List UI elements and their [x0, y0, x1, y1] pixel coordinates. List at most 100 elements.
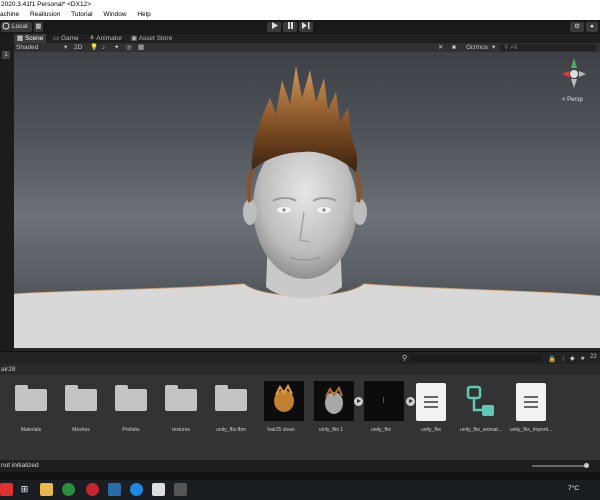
folder-icon — [15, 385, 47, 411]
project-search-input[interactable] — [410, 354, 542, 362]
window-title: 2020.3.41f1 Personal* <DX12> — [1, 1, 91, 8]
model-preview-thumbnail — [314, 381, 354, 421]
asset-label: Prefabs — [122, 427, 140, 433]
step-button[interactable] — [299, 22, 313, 32]
document-icon — [516, 383, 546, 421]
pivot-mode-icon[interactable] — [1, 22, 11, 32]
camera-icon[interactable]: ■ — [452, 43, 456, 52]
menu-item-reallusion[interactable]: Reallusion — [30, 9, 60, 20]
folder-icon — [115, 385, 147, 411]
orientation-gizmo-icon[interactable] — [562, 58, 586, 88]
chevron-down-icon: ▾ — [64, 44, 68, 51]
character-render: < Persp — [14, 58, 600, 348]
asset-animator-controller[interactable]: unity_fbx_animat... — [455, 383, 507, 433]
settings-gear-icon[interactable]: ⚙ — [570, 22, 584, 32]
asset-label: unity_fbx 1 — [318, 427, 344, 433]
search-icon: ⚲ — [402, 355, 408, 362]
unity-editor-icon[interactable] — [174, 483, 187, 496]
project-breadcrumb: air28 — [0, 364, 600, 375]
status-bar: not initialized — [0, 460, 600, 472]
pause-button[interactable] — [283, 22, 297, 32]
toggle-2d-button[interactable]: 2D — [74, 43, 82, 52]
hierarchy-marker-icon[interactable]: 1 — [2, 51, 10, 59]
asset-import-settings[interactable]: unity_fbx_Importi... — [505, 383, 557, 433]
weather-temperature: 7°C — [568, 485, 579, 492]
tools-icon[interactable]: ✕ — [438, 43, 443, 52]
hair-preview-thumbnail — [264, 381, 304, 421]
opera-icon[interactable] — [86, 483, 99, 496]
folder-icon — [65, 385, 97, 411]
scene-search-input[interactable]: ⚲ All — [500, 44, 596, 51]
menu-item-help[interactable]: Help — [137, 9, 150, 20]
shading-mode-dropdown[interactable]: Shaded — [16, 43, 38, 52]
document-icon — [416, 383, 446, 421]
unity-hub-icon[interactable] — [152, 483, 165, 496]
menu-item-machine[interactable]: achine — [0, 9, 19, 20]
task-view-icon[interactable]: ⊞ — [18, 483, 31, 496]
scene-viewport[interactable]: < Persp — [14, 52, 600, 348]
asset-folder-fbm[interactable]: unity_fbx.fbm — [205, 383, 257, 433]
app-c-icon[interactable] — [130, 483, 143, 496]
tab-asset-store-label: Asset Store — [138, 35, 173, 42]
asset-label: hair25 clean — [267, 427, 295, 433]
account-icon[interactable]: ● — [586, 22, 598, 32]
app-m-icon[interactable] — [108, 483, 121, 496]
asset-fbx-document[interactable]: unity_fbx — [405, 383, 457, 433]
asset-folder-textures[interactable]: textures — [155, 383, 207, 433]
zoom-slider-thumb[interactable] — [584, 463, 589, 468]
menu-item-window[interactable]: Window — [103, 9, 126, 20]
editor-tab-bar: ▦ Scene ▭ Game ⚘ Animator ▣ Asset Store — [14, 34, 600, 43]
hidden-objects-icon[interactable]: ◎ — [126, 43, 132, 52]
folder-icon — [215, 385, 247, 411]
desktop-gap — [0, 472, 600, 480]
main-toolbar: Local ▦ ⚙ ● — [0, 20, 600, 34]
pivot-rotation-button[interactable]: Local — [11, 22, 32, 32]
grid-toggle-icon[interactable]: ▦ — [138, 43, 144, 52]
lighting-toggle-icon[interactable]: 💡 — [90, 43, 98, 52]
tab-game-label: Game — [60, 35, 79, 42]
effects-toggle-icon[interactable]: ✦ — [114, 43, 119, 52]
asset-fbx-preview[interactable]: unity_fbx — [355, 381, 415, 433]
asset-label: unity_fbx_animat... — [460, 427, 502, 433]
zoom-slider[interactable] — [532, 463, 589, 468]
projection-label[interactable]: < Persp — [562, 97, 584, 103]
project-assets-grid: Materials Meshes Prefabs textures unity_… — [0, 375, 600, 460]
menu-item-tutorial[interactable]: Tutorial — [71, 9, 92, 20]
gizmos-dropdown[interactable]: Gizmos — [466, 43, 488, 52]
lock-icon[interactable]: 🔒 — [548, 355, 556, 363]
tab-animator-label: Animator — [96, 35, 123, 42]
left-panel-strip: 1 — [0, 34, 14, 354]
asset-label: Meshes — [72, 427, 90, 433]
hidden-count-badge: 22 — [590, 354, 597, 360]
tab-scene-label: Scene — [24, 35, 44, 42]
search-placeholder: All — [510, 44, 518, 51]
tab-scene[interactable]: ▦ Scene — [14, 34, 47, 43]
breadcrumb-folder[interactable]: air28 — [1, 366, 15, 373]
asset-label: unity_fbx — [370, 427, 391, 433]
asset-folder-meshes[interactable]: Meshes — [55, 383, 107, 433]
fbx-preview-thumbnail — [364, 381, 404, 421]
asset-folder-prefabs[interactable]: Prefabs — [105, 383, 157, 433]
tab-animator[interactable]: ⚘ Animator — [86, 34, 125, 43]
grid-snap-icon[interactable]: ▦ — [34, 22, 43, 32]
asset-hair-model[interactable]: hair25 clean — [255, 381, 307, 433]
asset-model-preview[interactable]: unity_fbx 1 — [305, 381, 363, 433]
asset-label: unity_fbx.fbm — [216, 427, 246, 433]
folder-icon — [165, 385, 197, 411]
asset-label: unity_fbx — [420, 427, 441, 433]
play-button[interactable] — [267, 22, 281, 32]
filter-type-icon[interactable]: ◆ — [570, 355, 575, 362]
asset-folder-materials[interactable]: Materials — [5, 383, 57, 433]
tab-game[interactable]: ▭ Game — [50, 34, 82, 43]
file-explorer-icon[interactable] — [40, 483, 53, 496]
tab-asset-store[interactable]: ▣ Asset Store — [128, 34, 175, 43]
panel-menu-icon[interactable]: ⋮ — [560, 355, 567, 363]
chrome-icon[interactable] — [62, 483, 75, 496]
asset-label: Materials — [20, 427, 42, 433]
asset-label: unity_fbx_Importi... — [509, 427, 553, 433]
favorite-icon[interactable]: ★ — [580, 355, 585, 362]
app-red-icon[interactable] — [0, 483, 13, 496]
window-title-bar: 2020.3.41f1 Personal* <DX12> — [0, 0, 600, 9]
scene-view-toolbar: Shaded ▾ 2D 💡 ♪ ✦ ◎ ▦ ✕ ■ Gizmos ▾ ⚲ All — [14, 43, 600, 52]
audio-toggle-icon[interactable]: ♪ — [102, 43, 105, 52]
